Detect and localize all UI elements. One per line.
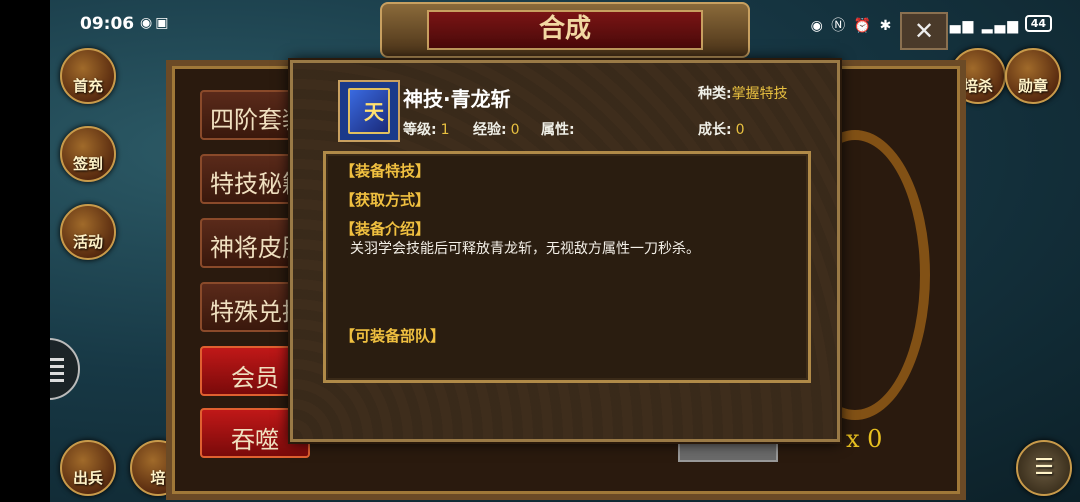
screen-edge	[0, 0, 50, 502]
status-time: 09:06	[80, 14, 135, 34]
type-value: 掌握特技	[731, 86, 788, 102]
notification-icons: ◉▣	[140, 15, 172, 31]
section-equip-skill: 【装备特技】	[340, 162, 431, 180]
section-equip-intro: 【装备介绍】	[340, 220, 431, 238]
item-attribute: 属性:	[541, 119, 575, 139]
close-button[interactable]: ✕	[900, 12, 948, 50]
menu-grid-icon: ☰	[1034, 455, 1054, 480]
section-acquire-method: 【获取方式】	[340, 191, 431, 209]
item-growth: 成长: 0	[698, 119, 745, 139]
skill-book-icon: 天	[348, 88, 390, 134]
first-recharge-button[interactable]: 首充	[60, 48, 116, 104]
item-level: 等级: 1	[403, 119, 450, 139]
level-value: 1	[440, 122, 450, 138]
activity-button[interactable]: 活动	[60, 204, 116, 260]
medal-button[interactable]: 勋章	[1005, 48, 1061, 104]
material-quantity: x 0	[846, 425, 883, 453]
panel-title: 合成	[538, 14, 591, 44]
attribute-label: 属性:	[541, 122, 575, 138]
item-exp: 经验: 0	[473, 119, 520, 139]
first-recharge-label: 首充	[72, 77, 103, 95]
activity-label: 活动	[72, 233, 103, 251]
game-screen: 09:06 ◉▣ ◉ Ⓝ ⏰ ✱ ▯ ☰ ▂▄▆ ▂▄▆ 44 首充 签到 活动…	[0, 0, 1080, 502]
deploy-label: 出兵	[72, 469, 103, 487]
item-type: 种类:掌握特技	[698, 83, 788, 103]
sign-in-label: 签到	[72, 155, 103, 173]
battery-indicator: 44	[1024, 15, 1052, 32]
item-description: 关羽学会技能后可释放青龙斩，无视敌方属性一刀秒杀。	[350, 241, 700, 257]
item-icon-frame: 天	[338, 80, 400, 142]
menu-grid-button[interactable]: ☰	[1016, 440, 1072, 496]
level-label: 等级:	[403, 122, 437, 138]
exp-label: 经验:	[473, 122, 507, 138]
growth-label: 成长:	[698, 122, 732, 138]
exp-value: 0	[510, 122, 520, 138]
synthesize-button[interactable]	[678, 440, 778, 462]
item-name: 神技·青龙斩	[403, 87, 511, 111]
type-label: 种类:	[698, 86, 732, 102]
item-detail-popup: 天 神技·青龙斩 种类:掌握特技 等级: 1 经验: 0 属性: 成长: 0 【装备特…	[290, 60, 840, 442]
medal-label: 勋章	[1017, 77, 1048, 95]
panel-title-bar: 合成	[380, 2, 750, 58]
sign-in-button[interactable]: 签到	[60, 126, 116, 182]
growth-value: 0	[735, 122, 745, 138]
section-equippable-troops: 【可装备部队】	[340, 327, 446, 345]
description-box: 【装备特技】 【获取方式】 【装备介绍】 关羽学会技能后可释放青龙斩，无视敌方属…	[323, 151, 811, 383]
deploy-button[interactable]: 出兵	[60, 440, 116, 496]
